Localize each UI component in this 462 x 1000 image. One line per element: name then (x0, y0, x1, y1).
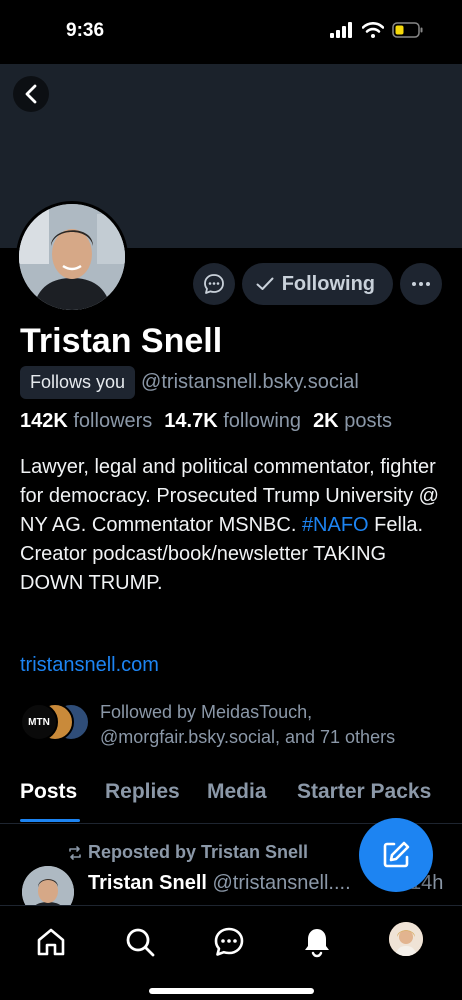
profile-name: Tristan Snell (20, 322, 223, 360)
website-link[interactable]: tristansnell.com (20, 654, 159, 677)
chat-bubble-icon (203, 274, 224, 294)
tab-media[interactable]: Media (207, 780, 267, 804)
tab-posts[interactable]: Posts (20, 780, 77, 804)
followed-by-avatars: MTN (20, 703, 90, 743)
meidastouch-avatar-text: MTN (28, 716, 50, 728)
compose-icon (383, 841, 410, 868)
followed-by-text: Followed by MeidasTouch, @morgfair.bsky.… (100, 702, 396, 747)
following-count: 14.7K (164, 410, 218, 432)
follows-you-badge: Follows you (20, 366, 136, 399)
repost-icon (69, 845, 81, 860)
profile-avatar[interactable] (16, 201, 128, 313)
posts-label: posts (344, 410, 393, 432)
bio-hashtag-link[interactable]: #NAFO (302, 514, 369, 536)
avatar-photo (19, 204, 125, 310)
profile-stats: 142K followers 14.7K following 2K posts (20, 410, 392, 433)
back-button[interactable] (13, 76, 49, 112)
repost-indicator[interactable]: Reposted by Tristan Snell (67, 842, 308, 863)
nav-chat[interactable] (211, 924, 247, 960)
posts-stat: 2K posts (313, 410, 392, 433)
following-button[interactable]: Following (241, 263, 393, 305)
nav-search[interactable] (122, 924, 158, 960)
tab-replies[interactable]: Replies (105, 780, 180, 804)
status-bar: 9:36 (0, 0, 462, 64)
bell-icon (305, 929, 329, 958)
bottom-navigation (0, 905, 462, 1000)
nav-notifications[interactable] (299, 924, 335, 960)
chat-icon (214, 927, 244, 956)
compose-button[interactable] (359, 818, 433, 892)
home-icon (37, 928, 65, 956)
followers-stat[interactable]: 142K followers (20, 410, 152, 433)
post-header[interactable]: Tristan Snell @tristansnell.... (88, 872, 351, 895)
status-time: 9:36 (66, 20, 105, 41)
check-icon (256, 277, 274, 290)
nav-home[interactable] (33, 924, 69, 960)
following-label: Following (281, 272, 375, 295)
signal-icon (330, 22, 352, 38)
active-tab-indicator (20, 819, 80, 822)
followed-by-row[interactable]: MTN Followed by MeidasTouch, @morgfair.b… (20, 700, 450, 750)
posts-count: 2K (313, 410, 339, 432)
tab-starter-packs[interactable]: Starter Packs (297, 780, 431, 804)
profile-actions: Following (192, 263, 442, 305)
post-author-name: Tristan Snell (88, 872, 207, 894)
nav-profile-avatar[interactable] (389, 922, 423, 956)
chevron-left-icon (25, 84, 37, 104)
followers-label: followers (73, 410, 153, 432)
post-author-handle: @tristansnell.... (212, 872, 351, 894)
wifi-icon (362, 22, 384, 38)
meidastouch-avatar: MTN (20, 703, 58, 741)
status-icons (330, 22, 424, 38)
profile-bio: Lawyer, legal and political commentator,… (20, 453, 450, 598)
repost-label: Reposted by Tristan Snell (88, 842, 309, 862)
more-options-button[interactable] (400, 263, 442, 305)
profile-handle: @tristansnell.bsky.social (141, 371, 359, 393)
ellipsis-icon (412, 282, 430, 286)
handle-row: Follows you @tristansnell.bsky.social (20, 366, 359, 399)
search-icon (126, 928, 155, 957)
followers-count: 142K (20, 410, 68, 432)
following-stat[interactable]: 14.7K following (164, 410, 301, 433)
following-stat-label: following (223, 410, 302, 432)
battery-icon (392, 22, 423, 38)
nav-avatar-photo (389, 922, 423, 956)
home-indicator (149, 988, 314, 994)
message-button[interactable] (192, 263, 235, 305)
